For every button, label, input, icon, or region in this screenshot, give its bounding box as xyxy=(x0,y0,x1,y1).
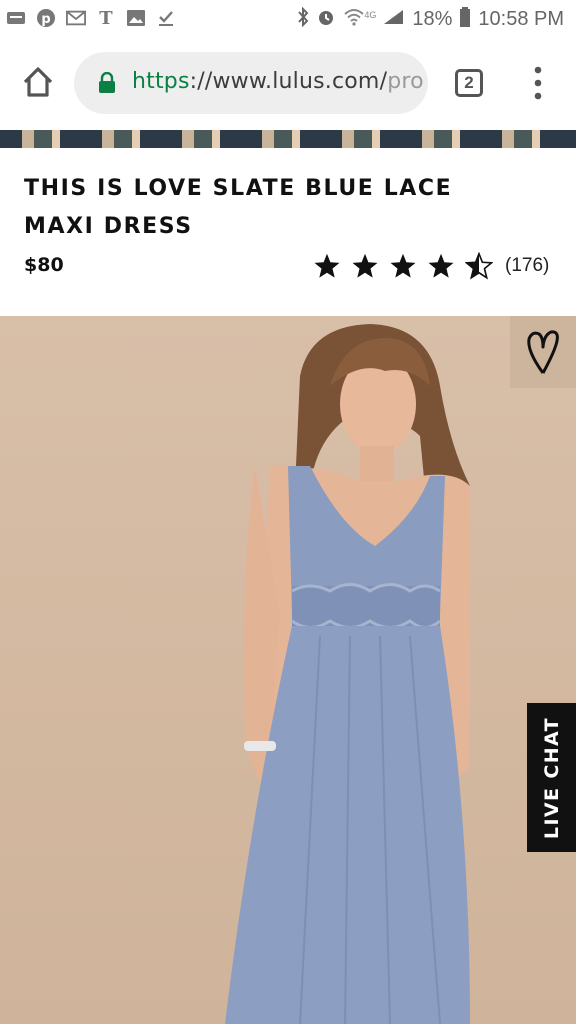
svg-text:T: T xyxy=(99,8,113,28)
wishlist-button[interactable] xyxy=(510,316,576,388)
product-rating[interactable]: (176) xyxy=(313,252,549,280)
battery-percent: 18% xyxy=(412,8,453,30)
heart-icon xyxy=(527,330,559,374)
rating-stars xyxy=(313,252,493,280)
product-price: $80 xyxy=(24,254,64,276)
clock: 10:58 PM xyxy=(478,8,564,30)
download-done-icon xyxy=(156,8,176,28)
live-chat-label: LIVE CHAT xyxy=(540,716,563,839)
live-chat-button[interactable]: LIVE CHAT xyxy=(527,703,576,852)
product-image[interactable] xyxy=(0,316,576,1024)
system-status: 4G 18% 10:58 PM xyxy=(297,6,564,32)
tab-switcher-button[interactable]: 2 xyxy=(455,69,483,97)
image-icon xyxy=(126,8,146,28)
url-text: https://www.lulus.com/pro xyxy=(132,69,424,94)
alarm-icon xyxy=(316,7,336,32)
review-count: (176) xyxy=(505,255,550,276)
star-icon xyxy=(390,253,416,278)
overflow-menu-button[interactable] xyxy=(530,66,546,100)
notification-icons: p T xyxy=(6,8,176,28)
product-info: THIS IS LOVE SLATE BLUE LACE MAXI DRESS … xyxy=(0,148,576,316)
pinterest-icon: p xyxy=(36,8,56,28)
more-vert-icon xyxy=(534,66,542,100)
url-host: ://www.lulus.com/ xyxy=(189,69,388,94)
header-pattern-banner xyxy=(0,130,576,148)
product-title: THIS IS LOVE SLATE BLUE LACE MAXI DRESS xyxy=(24,176,453,239)
network-type: 4G xyxy=(364,9,377,20)
wifi-icon xyxy=(343,8,365,31)
half-star-icon xyxy=(465,252,493,280)
star-icon xyxy=(352,253,378,278)
lock-icon xyxy=(96,71,118,94)
battery-icon xyxy=(459,7,471,32)
status-bar: p T 4G 18% 10:58 PM xyxy=(0,0,576,38)
url-scheme: https xyxy=(132,69,190,94)
home-icon xyxy=(23,67,53,97)
nytimes-icon: T xyxy=(96,8,116,28)
svg-text:p: p xyxy=(41,12,50,27)
browser-toolbar: https://www.lulus.com/pro 2 xyxy=(0,38,576,131)
bluetooth-icon xyxy=(297,6,309,32)
gmail-icon xyxy=(66,8,86,28)
star-icon xyxy=(314,253,340,278)
model-illustration xyxy=(225,324,470,1024)
signal-icon xyxy=(383,9,405,30)
url-path: pro xyxy=(387,69,424,94)
notification-icon xyxy=(6,8,26,28)
home-button[interactable] xyxy=(18,62,58,102)
star-icon xyxy=(428,253,454,278)
address-bar[interactable]: https://www.lulus.com/pro xyxy=(74,52,428,114)
